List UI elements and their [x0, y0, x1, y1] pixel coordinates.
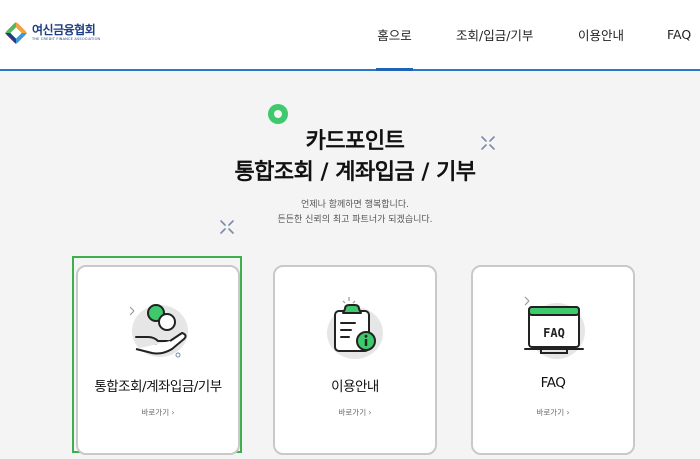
nav-item-inquiry[interactable]: 조회/입금/기부: [456, 0, 533, 69]
hero-subtitle-line-1: 언제나 함께하면 행복합니다.: [301, 200, 409, 210]
nav-item-guide[interactable]: 이용안내: [578, 0, 624, 69]
hero-title-line-1: 카드포인트: [305, 129, 405, 154]
svg-text:FAQ: FAQ: [543, 326, 565, 340]
card-faq[interactable]: FAQ FAQ 바로가기 ›: [471, 265, 635, 455]
hero-subtitle: 언제나 함께하면 행복합니다. 든든한 신뢰의 최고 파트너가 되겠습니다.: [0, 198, 700, 228]
hero-title: 카드포인트 통합조회 / 계좌입금 / 기부: [0, 126, 700, 188]
nav-label-faq[interactable]: FAQ: [667, 27, 691, 42]
nav-item-faq[interactable]: FAQ: [667, 0, 691, 69]
hand-coins-icon: [129, 304, 188, 358]
faq-screen-icon: FAQ: [524, 296, 585, 359]
brand-logo[interactable]: 여신금융협회 THE CREDIT FINANCE ASSOCIATION: [5, 22, 100, 44]
nav-label-guide[interactable]: 이용안내: [578, 25, 624, 44]
clipboard-info-icon: [327, 297, 383, 359]
hero-subtitle-line-2: 든든한 신뢰의 최고 파트너가 되겠습니다.: [277, 215, 433, 225]
brand-name: 여신금융협회: [32, 23, 96, 37]
green-ring-decoration: [268, 104, 288, 124]
nav-label-home[interactable]: 홈으로: [377, 25, 412, 44]
card-inquiry-deposit-donation[interactable]: 통합조회/계좌입금/기부 바로가기 ›: [76, 265, 240, 455]
card-title: 이용안내: [331, 379, 379, 395]
shortcut-link[interactable]: 바로가기 ›: [78, 407, 238, 418]
hero-title-line-2: 통합조회 / 계좌입금 / 기부: [234, 160, 476, 185]
card-usage-guide[interactable]: 이용안내 바로가기 ›: [273, 265, 437, 455]
nav-label-inquiry[interactable]: 조회/입금/기부: [456, 25, 533, 44]
card-title: FAQ: [540, 375, 566, 391]
logo-mark-icon: [5, 22, 27, 44]
brand-name-en: THE CREDIT FINANCE ASSOCIATION: [32, 37, 101, 41]
site-header: 여신금융협회 THE CREDIT FINANCE ASSOCIATION 홈으…: [0, 0, 700, 71]
card-title: 통합조회/계좌입금/기부: [94, 379, 222, 395]
shortcut-link[interactable]: 바로가기 ›: [473, 407, 633, 418]
nav-item-home[interactable]: 홈으로: [376, 0, 413, 71]
shortcut-link[interactable]: 바로가기 ›: [275, 407, 435, 418]
